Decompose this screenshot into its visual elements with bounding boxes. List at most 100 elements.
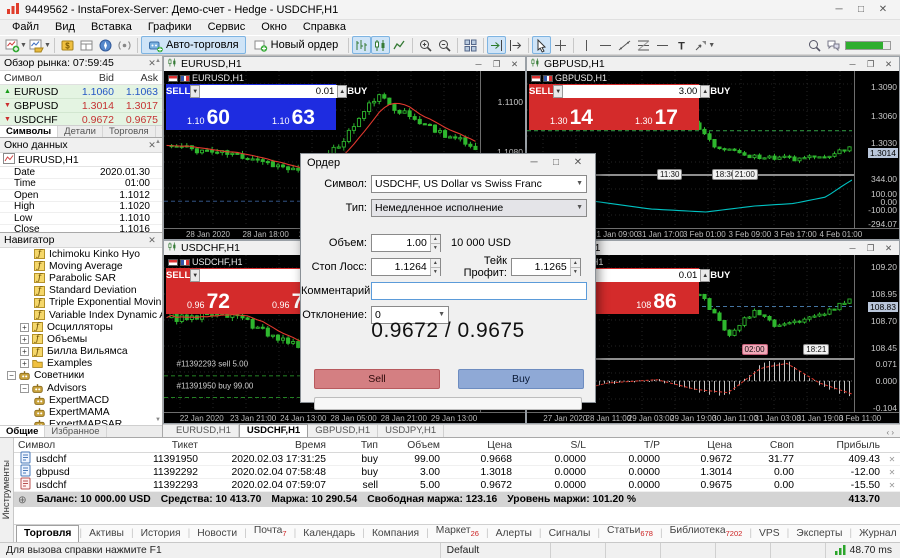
navigator-item--[interactable]: −Советники: [0, 370, 162, 382]
terminal-dock-tab[interactable]: Инструменты: [0, 438, 14, 542]
collapse-icon[interactable]: −: [7, 371, 16, 380]
text-tool-icon[interactable]: T: [672, 36, 691, 54]
bottom-tab-торговля[interactable]: Торговля: [16, 525, 79, 542]
time-axis[interactable]: 22 Jan 202023 Jan 21:0024 Jan 13:0028 Ja…: [164, 412, 525, 423]
navigator-item-standard-deviation[interactable]: ƒStandard Deviation: [0, 285, 162, 297]
terminal-row-11392293[interactable]: usdchf113922932020.02.04 07:59:07sell5.0…: [14, 479, 900, 492]
menu-item-Графики[interactable]: Графики: [140, 20, 200, 35]
one-click-buy-button[interactable]: BUY: [347, 84, 367, 99]
autotrade-button[interactable]: Авто-торговля: [141, 36, 246, 54]
chart-close-button[interactable]: ✕: [881, 243, 896, 254]
tile-windows-icon[interactable]: [461, 36, 480, 54]
menu-item-Сервис[interactable]: Сервис: [200, 20, 254, 35]
chevron-down-icon[interactable]: ▼: [20, 42, 27, 49]
autoscroll-icon[interactable]: [487, 36, 506, 54]
bottom-tab-почта[interactable]: Почта7: [247, 523, 294, 542]
terminal-column-6[interactable]: Цена: [444, 440, 516, 451]
one-click-buy-button[interactable]: BUY: [710, 268, 730, 283]
market-watch-tab-4[interactable]: Тик: [156, 126, 162, 137]
take-profit-stepper[interactable]: ▲▼: [511, 258, 581, 276]
menu-item-Справка[interactable]: Справка: [295, 20, 354, 35]
terminal-row-11391950[interactable]: usdchf113919502020.02.03 17:31:25buy99.0…: [14, 453, 900, 466]
data-window-icon[interactable]: [77, 36, 96, 54]
buy-price[interactable]: 1.1063: [251, 99, 336, 130]
terminal-column-11[interactable]: Прибыль: [798, 440, 884, 451]
column-bid[interactable]: Bid: [74, 72, 118, 84]
buy-price[interactable]: 1.3017: [614, 99, 699, 130]
bottom-tab-статьи[interactable]: Статьи678: [600, 523, 660, 542]
trendline-icon[interactable]: [615, 36, 634, 54]
navigator-item-moving-average[interactable]: ƒMoving Average: [0, 260, 162, 272]
window-close-button[interactable]: ✕: [872, 4, 894, 15]
chevron-down-icon[interactable]: ▼: [44, 42, 51, 49]
chart-tab-usdchf-h1[interactable]: USDCHF,H1: [239, 424, 308, 437]
symbol-select[interactable]: USDCHF, US Dollar vs Swiss Franc▼: [371, 175, 587, 193]
volume-increase-button[interactable]: ▲: [337, 85, 347, 98]
bottom-tab-алерты[interactable]: Алерты: [489, 526, 539, 542]
dialog-close-button[interactable]: ✕: [567, 157, 589, 168]
window-maximize-button[interactable]: □: [850, 4, 872, 15]
scroll-up-icon[interactable]: ▲: [155, 139, 161, 145]
market-watch-tab-2[interactable]: Детали: [58, 126, 103, 137]
market-watch-row-gbpusd[interactable]: ▼GBPUSD1.30141.3017: [0, 99, 162, 113]
price-axis[interactable]: 109.20108.95108.70108.45108.830.0710.000…: [854, 255, 899, 412]
buy-price[interactable]: 10886: [614, 283, 699, 314]
bottom-tab-компания[interactable]: Компания: [365, 526, 426, 542]
terminal-row-11392292[interactable]: gbpusd113922922020.02.04 07:58:48buy3.00…: [14, 466, 900, 479]
bottom-tab-история[interactable]: История: [134, 526, 188, 542]
line-chart-icon[interactable]: [390, 36, 409, 54]
candlestick-chart-icon[interactable]: [371, 36, 390, 54]
chart-restore-button[interactable]: ❐: [863, 243, 878, 254]
expand-icon[interactable]: +: [20, 359, 29, 368]
collapse-icon[interactable]: −: [20, 384, 29, 393]
bottom-tab-новости[interactable]: Новости: [190, 526, 244, 542]
sell-price[interactable]: 1.1060: [166, 99, 251, 130]
spin-down-icon[interactable]: ▼: [431, 268, 440, 276]
dialog-minimize-button[interactable]: ─: [523, 157, 545, 168]
chevron-down-icon[interactable]: ▼: [708, 42, 715, 49]
navigator-item--[interactable]: +ƒБилла Вильямса: [0, 346, 162, 358]
market-watch-tab-3[interactable]: Торговля: [103, 126, 156, 137]
sell-price[interactable]: 1.3014: [529, 99, 614, 130]
vertical-line-icon[interactable]: [577, 36, 596, 54]
dialog-maximize-button[interactable]: □: [545, 157, 567, 168]
terminal-column-8[interactable]: T/P: [590, 440, 664, 451]
expand-icon[interactable]: +: [20, 347, 29, 356]
bottom-tab-активы[interactable]: Активы: [82, 526, 131, 542]
chart-minimize-button[interactable]: ─: [471, 59, 486, 69]
navigator-item-expertmacd[interactable]: ExpertMACD: [0, 394, 162, 406]
volume-increase-button[interactable]: ▲: [700, 85, 710, 98]
bottom-tab-библиотека[interactable]: Библиотека7202: [663, 523, 750, 542]
menu-item-Вид[interactable]: Вид: [47, 20, 83, 35]
bottom-tab-календарь[interactable]: Календарь: [296, 526, 362, 542]
terminal-column-5[interactable]: Объем: [382, 440, 444, 451]
spin-up-icon[interactable]: ▲: [431, 235, 440, 244]
navigator-item-advisors[interactable]: −Advisors: [0, 382, 162, 394]
terminal-column-4[interactable]: Тип: [330, 440, 382, 451]
volume-decrease-button[interactable]: ▼: [190, 85, 200, 98]
time-axis[interactable]: 27 Jan 202028 Jan 11:0029 Jan 03:0029 Ja…: [527, 412, 899, 423]
spin-up-icon[interactable]: ▲: [431, 259, 440, 268]
bottom-tab-эксперты[interactable]: Эксперты: [789, 526, 849, 542]
chart-restore-button[interactable]: ❐: [863, 59, 878, 70]
menu-item-Вставка[interactable]: Вставка: [83, 20, 140, 35]
chart-restore-button[interactable]: ❐: [489, 59, 504, 70]
close-icon[interactable]: ✕: [146, 235, 158, 246]
close-position-icon[interactable]: ✕: [884, 481, 900, 490]
spin-down-icon[interactable]: ▼: [431, 244, 440, 252]
terminal-column-2[interactable]: Тикет: [102, 440, 202, 451]
chat-icon[interactable]: [824, 36, 843, 54]
chart-minimize-button[interactable]: ─: [845, 59, 860, 69]
chart-minimize-button[interactable]: ─: [845, 243, 860, 253]
volume-decrease-button[interactable]: ▼: [190, 269, 200, 282]
one-click-buy-button[interactable]: BUY: [710, 84, 730, 99]
bottom-tab-сигналы[interactable]: Сигналы: [542, 526, 598, 542]
window-minimize-button[interactable]: ─: [828, 4, 850, 15]
take-profit-input[interactable]: [512, 259, 570, 275]
navigator-item-ichimoku-kinko-hyo[interactable]: ƒIchimoku Kinko Hyo: [0, 248, 162, 260]
signal-icon[interactable]: [115, 36, 134, 54]
menu-item-Файл[interactable]: Файл: [4, 20, 47, 35]
bottom-tab-vps[interactable]: VPS: [752, 526, 787, 542]
one-click-sell-button[interactable]: SELL: [529, 84, 553, 99]
chart-shift-icon[interactable]: [506, 36, 525, 54]
